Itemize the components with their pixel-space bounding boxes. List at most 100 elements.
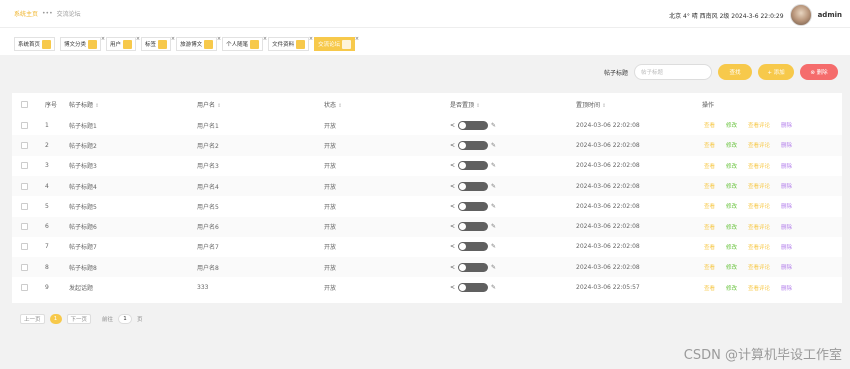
breadcrumb-home[interactable]: 系统主页 xyxy=(14,9,38,18)
edit-icon[interactable]: ✎ xyxy=(491,203,496,210)
row-checkbox[interactable] xyxy=(21,121,28,129)
edit-button[interactable]: 修改 xyxy=(726,162,737,170)
share-icon[interactable]: < xyxy=(450,142,455,149)
view-button[interactable]: 查看 xyxy=(704,223,715,231)
view-button[interactable]: 查看 xyxy=(704,141,715,149)
prev-page-button[interactable]: 上一页 xyxy=(20,314,45,324)
row-checkbox[interactable] xyxy=(21,202,28,210)
avatar[interactable] xyxy=(789,4,812,26)
col-title[interactable]: 帖子标题 ⇕ xyxy=(69,100,99,109)
current-page[interactable]: 1 xyxy=(49,314,62,324)
share-icon[interactable]: < xyxy=(450,284,455,291)
search-input[interactable]: 帖子标题 xyxy=(634,64,712,80)
table-row[interactable]: 2 帖子标题2 用户名2 开放 < ✎ 2024-03-06 22:02:08 查看 修改 查看评… xyxy=(12,135,842,156)
view-button[interactable]: 查看 xyxy=(704,284,715,292)
edit-button[interactable]: 修改 xyxy=(726,243,737,251)
view-comments-button[interactable]: 查看评论 xyxy=(748,263,770,271)
edit-icon[interactable]: ✎ xyxy=(491,183,496,190)
row-checkbox[interactable] xyxy=(21,223,28,231)
view-comments-button[interactable]: 查看评论 xyxy=(748,223,770,231)
close-icon[interactable]: × xyxy=(263,36,267,42)
row-delete-button[interactable]: 删除 xyxy=(781,121,792,129)
edit-icon[interactable]: ✎ xyxy=(491,264,496,271)
view-comments-button[interactable]: 查看评论 xyxy=(748,162,770,170)
add-button[interactable]: + 添加 xyxy=(758,64,794,80)
edit-icon[interactable]: ✎ xyxy=(491,223,496,230)
view-comments-button[interactable]: 查看评论 xyxy=(748,243,770,251)
edit-button[interactable]: 修改 xyxy=(726,202,737,210)
share-icon[interactable]: < xyxy=(450,122,455,129)
row-delete-button[interactable]: 删除 xyxy=(781,284,792,292)
select-all-checkbox[interactable] xyxy=(21,100,28,108)
pin-toggle[interactable] xyxy=(458,242,489,252)
edit-icon[interactable]: ✎ xyxy=(491,162,496,169)
tab-item[interactable]: 用户 × xyxy=(106,36,140,51)
share-icon[interactable]: < xyxy=(450,203,455,210)
share-icon[interactable]: < xyxy=(450,223,455,230)
col-status[interactable]: 状态 ⇕ xyxy=(324,100,342,109)
tab-item[interactable]: 博文分类 × xyxy=(60,36,105,51)
view-button[interactable]: 查看 xyxy=(704,121,715,129)
edit-button[interactable]: 修改 xyxy=(726,263,737,271)
goto-page-input[interactable]: 1 xyxy=(118,314,133,324)
edit-icon[interactable]: ✎ xyxy=(491,284,496,291)
close-icon[interactable]: × xyxy=(171,36,175,42)
view-button[interactable]: 查看 xyxy=(704,182,715,190)
close-icon[interactable]: × xyxy=(355,36,359,42)
tab-item[interactable]: 系统首页 xyxy=(14,37,56,51)
tab-item[interactable]: 文件资料 × xyxy=(268,36,313,51)
row-delete-button[interactable]: 删除 xyxy=(781,162,792,170)
delete-button[interactable]: ⊗ 删除 xyxy=(800,64,838,80)
edit-icon[interactable]: ✎ xyxy=(491,243,496,250)
table-row[interactable]: 9 发起话题 333 开放 < ✎ 2024-03-06 22:05:57 查看 修改 查看评论删… xyxy=(12,277,842,297)
row-checkbox[interactable] xyxy=(21,141,28,149)
col-time[interactable]: 置顶时间 ⇕ xyxy=(576,100,606,109)
view-comments-button[interactable]: 查看评论 xyxy=(748,202,770,210)
view-button[interactable]: 查看 xyxy=(704,202,715,210)
row-checkbox[interactable] xyxy=(21,162,28,170)
next-page-button[interactable]: 下一页 xyxy=(66,314,92,324)
table-row[interactable]: 6 帖子标题6 用户名6 开放 < ✎ 2024-03-06 22:02:08 查看 修改 查看评… xyxy=(12,216,842,237)
username[interactable]: admin xyxy=(818,11,842,19)
view-button[interactable]: 查看 xyxy=(704,263,715,271)
edit-icon[interactable]: ✎ xyxy=(491,122,496,129)
edit-button[interactable]: 修改 xyxy=(726,182,737,190)
view-comments-button[interactable]: 查看评论 xyxy=(748,182,770,190)
view-button[interactable]: 查看 xyxy=(704,243,715,251)
row-delete-button[interactable]: 删除 xyxy=(781,182,792,190)
edit-button[interactable]: 修改 xyxy=(726,121,737,129)
share-icon[interactable]: < xyxy=(450,243,455,250)
col-pinned[interactable]: 是否置顶 ⇕ xyxy=(450,100,480,109)
pin-toggle[interactable] xyxy=(458,201,489,211)
table-row[interactable]: 5 帖子标题5 用户名5 开放 < ✎ 2024-03-06 22:02:08 查看 修改 查看评… xyxy=(12,196,842,216)
row-checkbox[interactable] xyxy=(21,263,28,271)
row-delete-button[interactable]: 删除 xyxy=(781,263,792,271)
view-comments-button[interactable]: 查看评论 xyxy=(748,121,770,129)
row-delete-button[interactable]: 删除 xyxy=(781,223,792,231)
search-button[interactable]: 查找 xyxy=(718,64,752,80)
pin-toggle[interactable] xyxy=(458,120,489,130)
row-delete-button[interactable]: 删除 xyxy=(781,202,792,210)
edit-button[interactable]: 修改 xyxy=(726,223,737,231)
share-icon[interactable]: < xyxy=(450,264,455,271)
share-icon[interactable]: < xyxy=(450,162,455,169)
close-icon[interactable]: × xyxy=(217,36,221,42)
view-comments-button[interactable]: 查看评论 xyxy=(748,141,770,149)
row-delete-button[interactable]: 删除 xyxy=(781,243,792,251)
view-button[interactable]: 查看 xyxy=(704,162,715,170)
close-icon[interactable]: × xyxy=(101,36,105,42)
share-icon[interactable]: < xyxy=(450,183,455,190)
table-row[interactable]: 4 帖子标题4 用户名4 开放 < ✎ 2024-03-06 22:02:08 查看 修改 查看评… xyxy=(12,175,842,197)
view-comments-button[interactable]: 查看评论 xyxy=(748,284,770,292)
tab-item[interactable]: 标签 × xyxy=(141,36,175,51)
col-user[interactable]: 用户名 ⇕ xyxy=(197,100,221,109)
row-checkbox[interactable] xyxy=(21,182,28,190)
tab-item[interactable]: 交流论坛 × xyxy=(314,36,359,51)
table-row[interactable]: 1 帖子标题1 用户名1 开放 < ✎ 2024-03-06 22:02:08 查看 修改 查看评… xyxy=(12,115,842,135)
pin-toggle[interactable] xyxy=(458,181,489,191)
pin-toggle[interactable] xyxy=(458,161,489,171)
close-icon[interactable]: × xyxy=(309,36,313,42)
pin-toggle[interactable] xyxy=(458,262,489,272)
edit-button[interactable]: 修改 xyxy=(726,284,737,292)
edit-button[interactable]: 修改 xyxy=(726,141,737,149)
